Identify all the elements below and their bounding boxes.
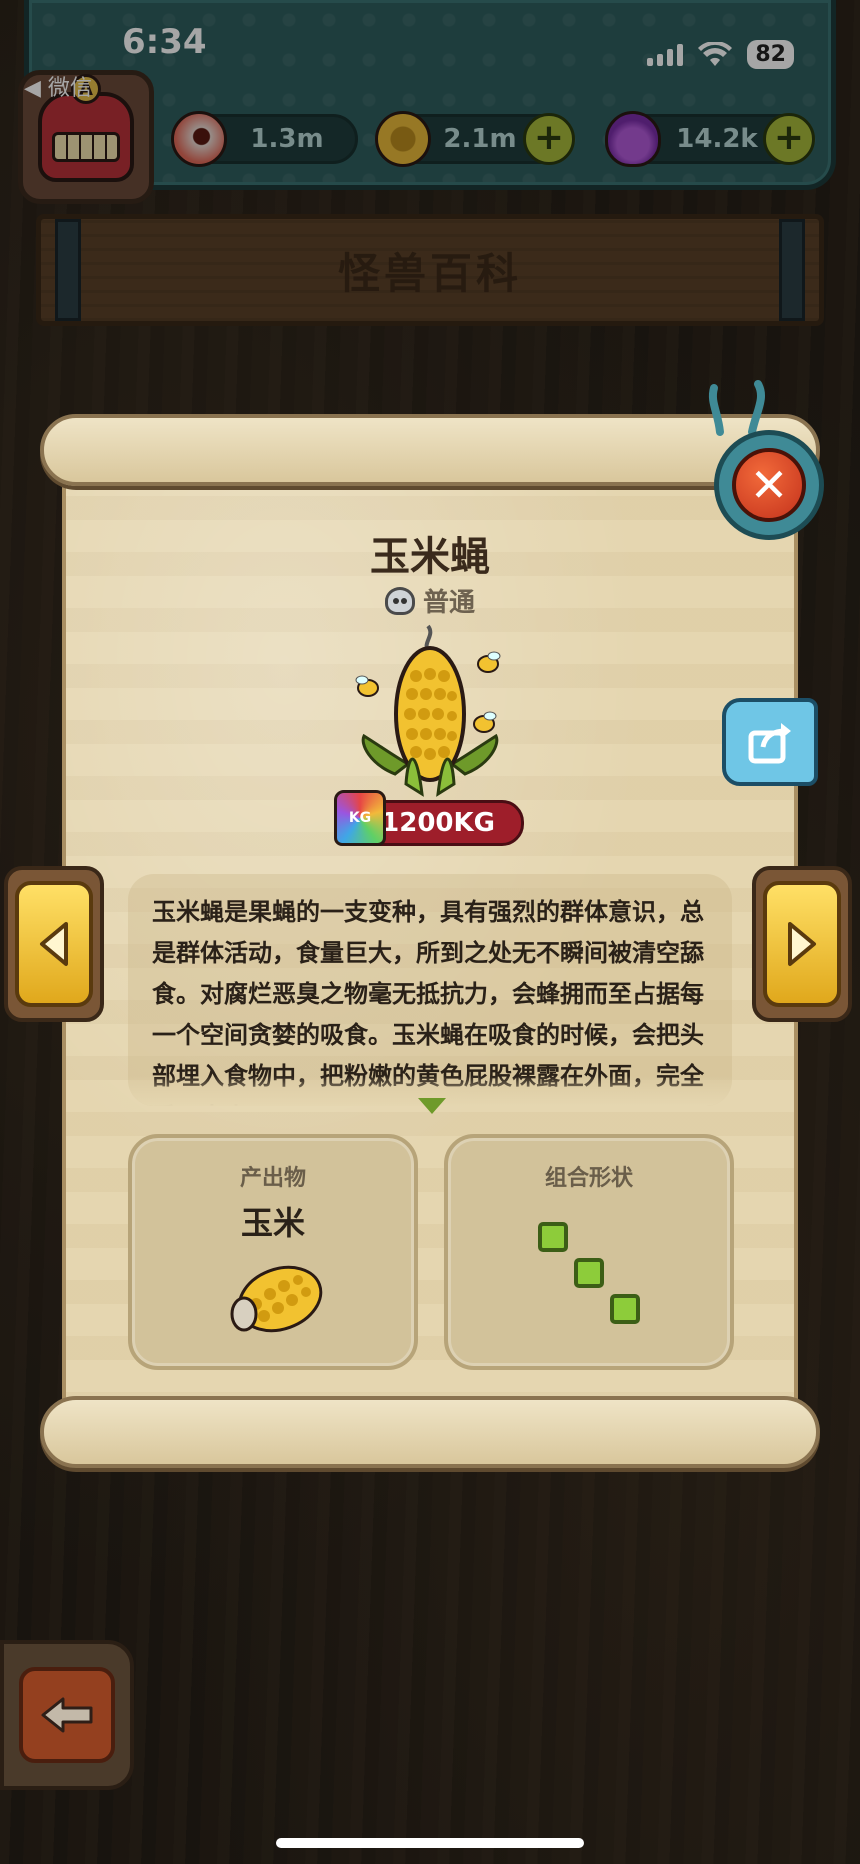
- monster-description: 玉米蝇是果蝇的一支变种，具有强烈的群体意识，总是群体活动，食量巨大，所到之处无不…: [152, 898, 704, 1106]
- arrow-left-icon: [40, 922, 68, 966]
- weight-icon: KG: [334, 790, 386, 846]
- corn-fly-monster-image: [355, 624, 501, 797]
- previous-monster-button[interactable]: [4, 866, 104, 1022]
- share-icon: [748, 723, 791, 764]
- corn-icon: [230, 1265, 323, 1333]
- shape-cell: [574, 1258, 604, 1288]
- skull-icon: [384, 586, 415, 615]
- product-name: 玉米: [240, 1204, 305, 1242]
- back-arrow-icon: [41, 1697, 93, 1733]
- monster-name: 玉米蝇: [370, 534, 490, 580]
- product-title: 产出物: [239, 1166, 306, 1191]
- rarity-label: 普通: [422, 588, 475, 618]
- shape-card: 组合形状: [444, 1134, 734, 1370]
- monster-rarity: 普通: [0, 582, 860, 619]
- product-card: 产出物 玉米: [128, 1134, 418, 1370]
- close-button[interactable]: ✕: [714, 430, 824, 540]
- back-button[interactable]: [0, 1640, 134, 1790]
- share-button[interactable]: [722, 698, 818, 786]
- shape-cell: [538, 1222, 568, 1252]
- home-indicator: [276, 1838, 584, 1848]
- shape-cell: [610, 1294, 640, 1324]
- scroll-more-icon: [418, 1098, 446, 1114]
- shape-title: 组合形状: [544, 1166, 633, 1191]
- next-monster-button[interactable]: [752, 866, 852, 1022]
- scroll-roll-bottom: [40, 1396, 820, 1468]
- close-icon: ✕: [732, 448, 806, 522]
- arrow-right-icon: [788, 922, 816, 966]
- description-box[interactable]: 玉米蝇是果蝇的一支变种，具有强烈的群体意识，总是群体活动，食量巨大，所到之处无不…: [128, 874, 732, 1106]
